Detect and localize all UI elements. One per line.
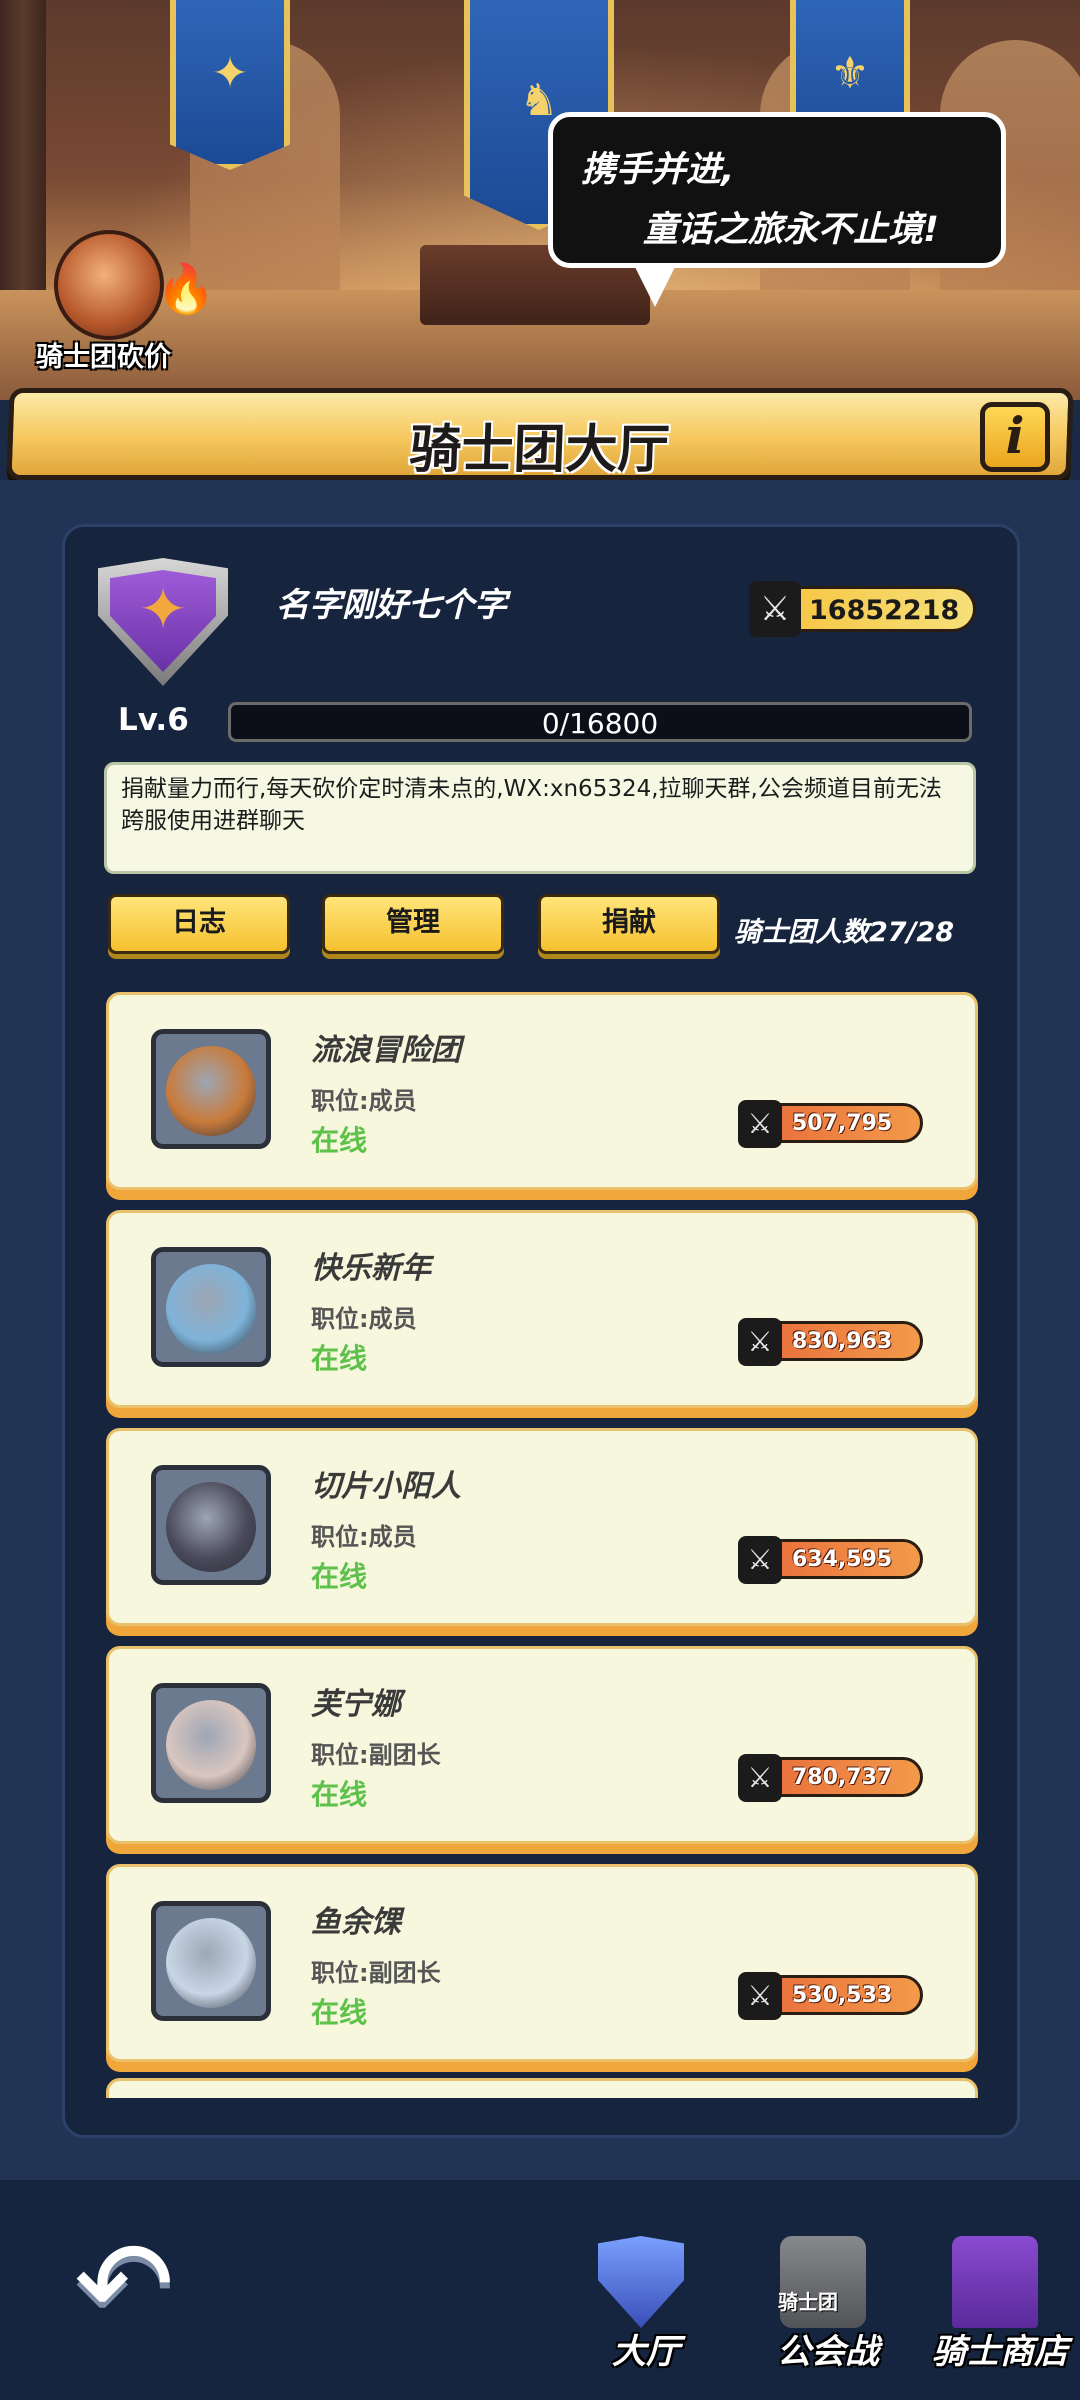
title-bar: 骑士团大厅: [6, 388, 1074, 480]
donate-button[interactable]: 捐献: [538, 894, 720, 954]
member-avatar-image: [166, 1918, 256, 2008]
member-power-value: 530,533: [792, 1983, 893, 2008]
guild-level: Lv.6: [118, 702, 189, 738]
banner-left: ✦: [170, 0, 290, 170]
member-card[interactable]: 鱼余馃 职位:副团长 在线 ⚔ 530,533: [106, 1864, 978, 2062]
guild-power-badge: ⚔ 16852218: [749, 581, 976, 637]
shop-icon: [952, 2236, 1038, 2328]
member-card[interactable]: 芙宁娜 职位:副团长 在线 ⚔ 780,737: [106, 1646, 978, 1844]
member-role: 职位:副团长: [311, 1741, 441, 1769]
member-power-value: 507,795: [792, 1111, 893, 1136]
avatar: [151, 1683, 271, 1803]
crossed-swords-icon: ⚔: [738, 1972, 782, 2020]
speech-line-1: 携手并进,: [581, 150, 735, 190]
guild-bargain-label: 骑士团砍价: [36, 342, 171, 373]
lion-emblem-icon: ♞: [519, 74, 559, 126]
fleur-de-lis-icon: ⚜: [830, 47, 870, 99]
flame-icon: 🔥: [156, 261, 216, 317]
dwarf-portrait-icon: [54, 230, 164, 340]
avatar: [151, 1029, 271, 1149]
member-power-value: 780,737: [792, 1765, 893, 1790]
page-title: 骑士团大厅: [408, 420, 671, 480]
member-status: 在线: [311, 1342, 368, 1375]
member-status: 在线: [311, 1778, 368, 1811]
member-power-badge: ⚔ 530,533: [738, 1972, 923, 2020]
member-card[interactable]: 流浪冒险团 职位:成员 在线 ⚔ 507,795: [106, 992, 978, 1190]
avatar: [151, 1465, 271, 1585]
avatar: [151, 1247, 271, 1367]
member-role: 职位:成员: [311, 1523, 417, 1551]
member-name: 芙宁娜: [311, 1687, 401, 1722]
member-power-badge: ⚔ 830,963: [738, 1318, 923, 1366]
guild-exp-bar: 0/16800: [228, 702, 972, 742]
crossed-swords-icon: ⚔: [738, 1318, 782, 1366]
member-name: 切片小阳人: [311, 1469, 461, 1504]
speech-bubble: 携手并进, 童话之旅永不止境!: [548, 112, 1006, 307]
compass-star-icon: ✦: [138, 575, 188, 643]
nav-guild-war-sub: 骑士团: [778, 2290, 838, 2314]
guild-power-value: 16852218: [809, 595, 960, 626]
member-status: 在线: [311, 1996, 368, 2029]
guild-hall-scene: ✦ ♞ ⚜ 携手并进, 童话之旅永不止境! 🔥 骑士团砍价: [0, 0, 1080, 400]
guild-name: 名字刚好七个字: [276, 585, 507, 624]
member-role: 职位:副团长: [311, 1959, 441, 1987]
shield-icon: [598, 2236, 684, 2328]
member-power-value: 830,963: [792, 1329, 893, 1354]
member-role: 职位:成员: [311, 1087, 417, 1115]
crossed-swords-icon: ⚔: [738, 1100, 782, 1148]
nav-guild-war-label: 公会战: [777, 2332, 879, 2372]
member-power-badge: ⚔ 507,795: [738, 1100, 923, 1148]
crossed-swords-icon: ⚔: [738, 1754, 782, 1802]
member-count: 骑士团人数27/28: [734, 917, 955, 948]
member-card[interactable]: 切片小阳人 职位:成员 在线 ⚔ 634,595: [106, 1428, 978, 1626]
member-name: 鱼余馃: [311, 1905, 401, 1940]
info-button[interactable]: i: [980, 402, 1050, 472]
crossed-swords-icon: ⚔: [738, 1536, 782, 1584]
crossed-swords-icon: ⚔: [749, 581, 801, 637]
speech-line-2: 童话之旅永不止境!: [643, 210, 939, 250]
member-name: 快乐新年: [311, 1251, 431, 1286]
manage-button[interactable]: 管理: [322, 894, 504, 954]
nav-knight-shop[interactable]: 骑士商店: [920, 2236, 1070, 2386]
nav-guild-war[interactable]: 骑士团 公会战: [748, 2236, 898, 2386]
member-name: 流浪冒险团: [311, 1033, 461, 1068]
member-list[interactable]: 流浪冒险团 职位:成员 在线 ⚔ 507,795 快乐新年 职位:成员 在线 ⚔…: [104, 986, 980, 2098]
member-avatar-image: [166, 1264, 256, 1354]
member-avatar-image: [166, 1700, 256, 1790]
member-avatar-image: [166, 1482, 256, 1572]
compass-star-icon: ✦: [211, 47, 249, 99]
nav-knight-shop-label: 骑士商店: [932, 2332, 1068, 2372]
log-button[interactable]: 日志: [108, 894, 290, 954]
member-power-value: 634,595: [792, 1547, 893, 1572]
nav-hall-label: 大厅: [612, 2332, 680, 2372]
guild-bargain-button[interactable]: 🔥 骑士团砍价: [36, 230, 216, 373]
member-power-badge: ⚔ 780,737: [738, 1754, 923, 1802]
member-card-partial[interactable]: [106, 2078, 978, 2098]
nav-hall[interactable]: 大厅: [566, 2236, 716, 2386]
member-card[interactable]: 快乐新年 职位:成员 在线 ⚔ 830,963: [106, 1210, 978, 1408]
member-status: 在线: [311, 1560, 368, 1593]
member-status: 在线: [311, 1124, 368, 1157]
member-power-badge: ⚔ 634,595: [738, 1536, 923, 1584]
guild-notice: 捐献量力而行,每天砍价定时清未点的,WX:xn65324,拉聊天群,公会频道目前…: [104, 762, 976, 874]
member-role: 职位:成员: [311, 1305, 417, 1333]
back-arrow-icon[interactable]: ↶: [74, 2226, 204, 2346]
member-avatar-image: [166, 1046, 256, 1136]
guild-exp-text: 0/16800: [541, 707, 659, 740]
avatar: [151, 1901, 271, 2021]
